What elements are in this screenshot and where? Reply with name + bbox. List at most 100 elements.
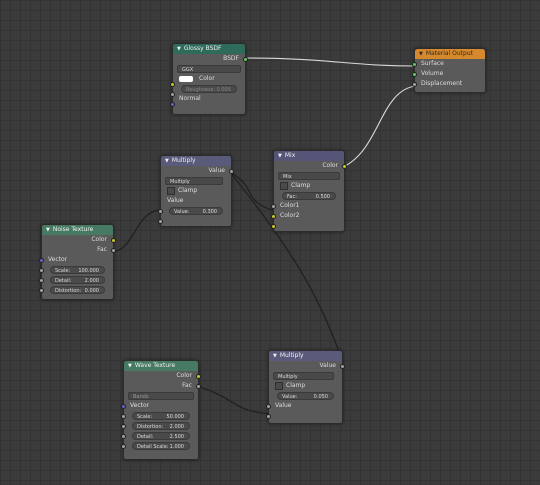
detail-scale-field[interactable]: Detail Scale: 1.000 [132,442,190,450]
value-input-socket-1[interactable] [266,404,271,409]
detail-field[interactable]: Detail: 2.500 [132,432,190,440]
socket-label: Value [275,402,292,409]
surface-input-socket[interactable] [412,62,417,67]
detail-field[interactable]: Detail: 2.000 [50,276,105,284]
value-input-socket-2[interactable] [158,219,163,224]
node-header[interactable]: ▼ Mix [274,151,344,161]
output-value-row: Value [269,361,342,371]
collapse-icon[interactable]: ▼ [177,44,181,54]
color-output-socket[interactable] [196,374,201,379]
operation-select[interactable]: Multiply [165,177,223,185]
distortion-input-socket[interactable] [39,288,44,293]
color1-row: Color1 [274,201,344,211]
node-header[interactable]: ▼ Multiply [161,156,231,166]
material-output-node[interactable]: ▼ Material Output Surface Volume Displace… [412,48,486,93]
operation-row: Multiply [269,371,342,381]
node-header[interactable]: ▼ Noise Texture [42,225,113,235]
volume-row: Volume [415,69,485,79]
node-header[interactable]: ▼ Glossy BSDF [173,44,245,54]
scale-input-socket[interactable] [121,414,126,419]
value-input-socket-1[interactable] [158,209,163,214]
normal-row: Normal [173,94,245,104]
node-header[interactable]: ▼ Wave Texture [124,361,198,371]
color-input-socket[interactable] [170,82,175,87]
input-value-row: Value [161,196,231,206]
noise-texture-node[interactable]: ▼ Noise Texture Color Fac Vector Scale: 1… [39,224,116,300]
distortion-input-socket[interactable] [121,424,126,429]
fac-field[interactable]: Fac: 0.500 [282,192,336,200]
collapse-icon[interactable]: ▼ [273,351,277,361]
color-swatch[interactable] [179,75,193,82]
value-row: Value: 0.300 [161,206,231,216]
value-input-socket-2[interactable] [266,414,271,419]
volume-input-socket[interactable] [412,72,417,77]
multiply-top-node[interactable]: ▼ Multiply Value Multiply Clamp Value Val… [158,155,234,227]
blend-select[interactable]: Mix [278,172,340,180]
color-output-socket[interactable] [111,238,116,243]
node-header[interactable]: ▼ Multiply [269,351,342,361]
value-field[interactable]: Value: 0.050 [277,392,334,400]
socket-label: Value [319,362,336,369]
node-title: Glossy BSDF [183,45,222,52]
distribution-select[interactable]: GGX [177,65,241,73]
scale-input-socket[interactable] [39,268,44,273]
collapse-icon[interactable]: ▼ [46,225,50,235]
displacement-input-socket[interactable] [412,82,417,87]
value-output-socket[interactable] [340,364,345,369]
clamp-row: Clamp [274,181,344,191]
link-multiply-fac [229,171,276,212]
detail-input-socket[interactable] [39,278,44,283]
socket-label: Color2 [280,212,300,219]
detail-scale-input-socket[interactable] [121,444,126,449]
socket-label: Vector [48,256,68,263]
vector-input-socket[interactable] [121,404,126,409]
roughness-input-socket[interactable] [170,92,175,97]
detail-input-socket[interactable] [121,434,126,439]
multiply-bottom-node[interactable]: ▼ Multiply Value Multiply Clamp Value: 0.… [266,350,345,424]
normal-input-socket[interactable] [170,102,175,107]
socket-label: Fac [97,246,107,253]
field-value: 1.000 [169,444,184,450]
fac-output-socket[interactable] [111,248,116,253]
operation-select[interactable]: Multiply [273,372,334,380]
output-bsdf: BSDF [173,54,245,64]
color-output-socket[interactable] [342,164,347,169]
glossy-bsdf-node[interactable]: ▼ Glossy BSDF BSDF GGX Color Roughness: 0… [170,43,248,115]
output-color-row: Color [274,161,344,171]
fac-output-socket[interactable] [196,384,201,389]
wave-type-select[interactable]: Bands [128,392,194,400]
mix-node[interactable]: ▼ Mix Color Mix Clamp Fac: 0.500 Color1 C… [271,150,347,232]
scale-row: Scale: 50.000 [124,411,198,421]
bsdf-output-socket[interactable] [243,57,248,62]
vector-input-socket[interactable] [39,258,44,263]
socket-label: BSDF [223,55,239,62]
socket-label: Displacement [421,80,463,87]
operation-value: Multiply [278,374,298,380]
wave-texture-node[interactable]: ▼ Wave Texture Color Fac Bands Vector Sca… [121,360,201,460]
field-label: Detail Scale [137,444,167,450]
value-output-socket[interactable] [229,169,234,174]
collapse-icon[interactable]: ▼ [278,151,282,161]
socket-label: Color [199,75,215,82]
color1-input-socket[interactable] [271,214,276,219]
color2-input-socket[interactable] [271,224,276,229]
collapse-icon[interactable]: ▼ [419,49,423,59]
scale-field[interactable]: Scale: 50.000 [132,412,190,420]
value-field[interactable]: Value: 0.300 [169,207,223,215]
distortion-field[interactable]: Distortion: 2.000 [132,422,190,430]
field-value: 2.000 [169,424,184,430]
node-header[interactable]: ▼ Material Output [415,49,485,59]
field-value: 0.005 [216,87,231,93]
scale-field[interactable]: Scale: 100.000 [50,266,105,274]
roughness-field[interactable]: Roughness: 0.005 [181,85,237,93]
socket-label: Surface [421,60,444,67]
socket-label: Volume [421,70,444,77]
clamp-checkbox[interactable] [275,381,283,390]
collapse-icon[interactable]: ▼ [165,156,169,166]
collapse-icon[interactable]: ▼ [128,361,132,371]
fac-input-socket[interactable] [271,204,276,209]
distortion-field[interactable]: Distortion: 0.000 [50,286,105,294]
clamp-checkbox[interactable] [167,186,175,195]
clamp-checkbox[interactable] [280,181,288,190]
checkbox-label: Clamp [286,382,306,389]
